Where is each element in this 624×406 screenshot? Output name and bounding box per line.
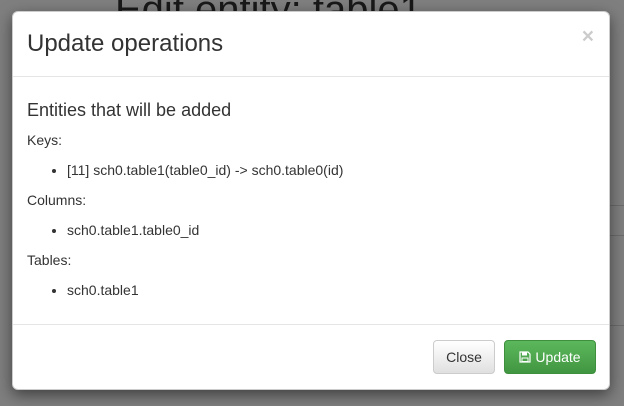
close-x-button[interactable]: × bbox=[582, 26, 594, 47]
modal-header: Update operations × bbox=[13, 12, 609, 77]
modal-body: Entities that will be added Keys: [11] s… bbox=[13, 77, 609, 300]
section-heading: Entities that will be added bbox=[27, 100, 232, 120]
list-item: sch0.table1 bbox=[67, 280, 595, 300]
keys-list: [11] sch0.table1(table0_id) -> sch0.tabl… bbox=[27, 160, 595, 180]
close-button[interactable]: Close bbox=[433, 340, 495, 374]
list-item: sch0.table1.table0_id bbox=[67, 220, 595, 240]
update-operations-modal: Update operations × Entities that will b… bbox=[12, 11, 610, 390]
update-button-label: Update bbox=[535, 349, 581, 365]
floppy-disk-icon bbox=[519, 351, 532, 363]
columns-label: Columns: bbox=[27, 192, 87, 208]
update-button[interactable]: Update bbox=[504, 340, 596, 374]
modal-footer: Close Update bbox=[13, 324, 609, 389]
list-item: [11] sch0.table1(table0_id) -> sch0.tabl… bbox=[67, 160, 595, 180]
modal-title: Update operations bbox=[27, 30, 224, 57]
keys-label: Keys: bbox=[27, 132, 63, 148]
tables-list: sch0.table1 bbox=[27, 280, 595, 300]
columns-list: sch0.table1.table0_id bbox=[27, 220, 595, 240]
tables-label: Tables: bbox=[27, 252, 72, 268]
